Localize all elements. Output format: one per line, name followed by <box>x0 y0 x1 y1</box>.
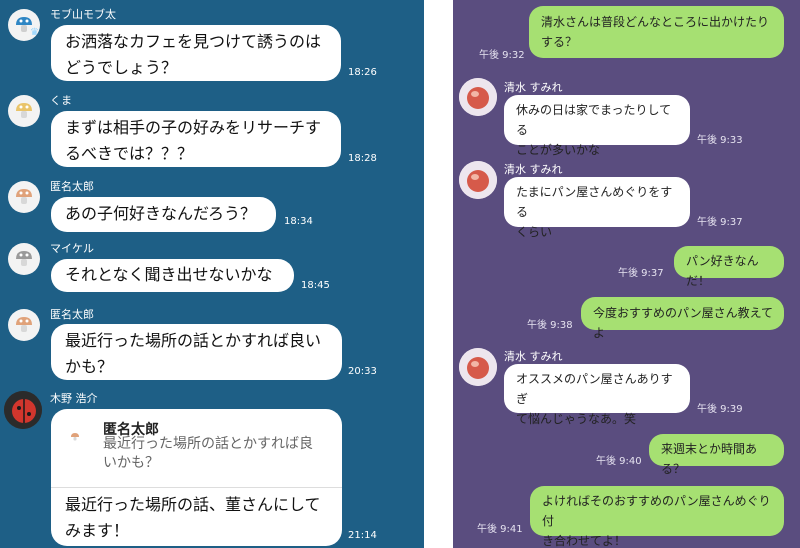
avatar[interactable] <box>8 309 40 341</box>
bread-photo-icon <box>459 348 497 386</box>
message-bubble[interactable]: たまにパン屋さんめぐりをする くらい <box>504 177 690 239</box>
message-text: オススメのパン屋さんありすぎ て悩んじゃうなあ。笑 <box>516 372 673 426</box>
mushroom-icon <box>71 433 79 441</box>
avatar[interactable] <box>459 78 497 116</box>
message-text: たまにパン屋さんめぐりをする くらい <box>516 185 673 239</box>
my-message-bubble[interactable]: 清水さんは普段どんなところに出かけたりする？ <box>529 6 784 58</box>
message-time: 午後 9:32 <box>479 50 525 61</box>
message-time: 午後 9:41 <box>477 524 523 535</box>
avatar[interactable] <box>8 95 40 127</box>
message-sender: 匿名太郎 <box>50 308 94 321</box>
message-sender: 匿名太郎 <box>50 180 94 193</box>
message-time: 21:14 <box>348 530 377 541</box>
message-time: 午後 9:39 <box>697 404 743 415</box>
message-text: まずは相手の子の好みをリサーチす るべきでは？？？ <box>65 118 322 163</box>
message-time: 18:45 <box>301 280 330 291</box>
avatar[interactable] <box>459 348 497 386</box>
message-text: あの子何好きなんだろう？ <box>65 204 257 223</box>
message-time: 午後 9:38 <box>527 320 573 331</box>
bread-photo-icon <box>459 78 497 116</box>
mushroom-icon <box>16 317 32 332</box>
message-sender: マイケル <box>50 242 94 255</box>
group-chat-panel: ♛ モブ山モブ太 お洒落なカフェを見つけて誘うのは どうでしょう？ 18:26 … <box>0 0 424 548</box>
message-bubble[interactable]: お洒落なカフェを見つけて誘うのは どうでしょう？ <box>51 25 341 81</box>
message-text: 休みの日は家でまったりしてる ことが多いかな <box>516 103 672 157</box>
message-text: 今度おすすめのパン屋さん教えてよ <box>593 306 774 340</box>
message-bubble[interactable]: まずは相手の子の好みをリサーチす るべきでは？？？ <box>51 111 341 167</box>
message-text: 来週末とか時間ある？ <box>661 442 758 476</box>
message-text: パン好きなんだ！ <box>686 254 759 288</box>
my-message-bubble[interactable]: パン好きなんだ！ <box>674 246 784 288</box>
message-bubble[interactable]: オススメのパン屋さんありすぎ て悩んじゃうなあ。笑 <box>504 364 690 426</box>
message-sender: くま <box>50 94 72 107</box>
message-sender: 清水 すみれ <box>504 163 563 176</box>
quoted-text: 最近行った場所の話とかすれば良 いかも？ <box>103 436 313 471</box>
message-time: 18:28 <box>348 153 377 164</box>
message-bubble[interactable]: それとなく聞き出せないかな <box>51 259 294 292</box>
message-text: 最近行った場所の話とかすれば良い かも？ <box>65 331 322 376</box>
my-message-bubble[interactable]: 今度おすすめのパン屋さん教えてよ <box>581 297 784 340</box>
mushroom-icon <box>16 189 32 204</box>
message-time: 午後 9:40 <box>596 456 642 467</box>
quoted-message[interactable]: 匿名太郎 最近行った場所の話とかすれば良 いかも？ <box>51 409 342 488</box>
direct-chat-panel: 午後 9:32 清水さんは普段どんなところに出かけたりする？ 清水 すみれ 休み… <box>453 0 800 548</box>
avatar[interactable] <box>4 391 42 429</box>
quoted-avatar <box>67 427 83 443</box>
message-text: よければそのおすすめのパン屋さんめぐり付 き合わせてよ！ <box>542 494 771 548</box>
ladybug-icon <box>4 391 42 429</box>
message-time: 20:33 <box>348 366 377 377</box>
message-time: 午後 9:37 <box>618 268 664 279</box>
message-time: 午後 9:37 <box>697 217 743 228</box>
message-bubble[interactable]: あの子何好きなんだろう？ <box>51 197 276 232</box>
reply-message-bubble[interactable]: 匿名太郎 最近行った場所の話とかすれば良 いかも？ 最近行った場所の話、菫さんに… <box>51 409 342 546</box>
message-bubble[interactable]: 休みの日は家でまったりしてる ことが多いかな <box>504 95 690 157</box>
avatar[interactable] <box>459 161 497 199</box>
message-time: 18:26 <box>348 67 377 78</box>
crown-icon: ♛ <box>30 27 39 38</box>
my-message-bubble[interactable]: 来週末とか時間ある？ <box>649 434 784 476</box>
mushroom-icon <box>16 103 32 118</box>
avatar[interactable] <box>8 181 40 213</box>
message-text: それとなく聞き出せないかな <box>65 265 273 284</box>
message-time: 午後 9:33 <box>697 135 743 146</box>
my-message-bubble[interactable]: よければそのおすすめのパン屋さんめぐり付 き合わせてよ！ <box>530 486 784 548</box>
mushroom-icon <box>16 251 32 266</box>
message-sender: モブ山モブ太 <box>50 8 116 21</box>
message-sender: 清水 すみれ <box>504 350 563 363</box>
message-text: 最近行った場所の話、菫さんにして みます！ <box>65 495 321 540</box>
bread-photo-icon <box>459 161 497 199</box>
message-sender: 清水 すみれ <box>504 81 563 94</box>
message-sender: 木野 浩介 <box>50 392 98 405</box>
message-text: お洒落なカフェを見つけて誘うのは どうでしょう？ <box>65 32 322 77</box>
message-text: 清水さんは普段どんなところに出かけたりする？ <box>541 15 770 49</box>
message-bubble[interactable]: 最近行った場所の話とかすれば良い かも？ <box>51 324 342 380</box>
message-time: 18:34 <box>284 216 313 227</box>
avatar[interactable] <box>8 243 40 275</box>
